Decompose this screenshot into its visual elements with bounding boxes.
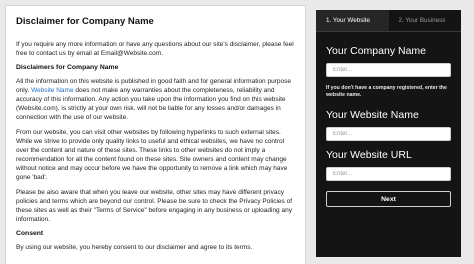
paragraph-consent: By using our website, you hereby consent…	[16, 244, 253, 251]
website-url-label: Your Website URL	[326, 149, 412, 161]
website-name-highlight: Website Name	[31, 87, 74, 94]
disclaimer-document: Disclaimer for Company Name If you requi…	[5, 5, 306, 264]
paragraph-external-links: From our website, you can visit other we…	[16, 129, 288, 181]
company-name-input[interactable]	[326, 63, 451, 77]
next-button[interactable]: Next	[326, 191, 451, 207]
tab-your-website[interactable]: 1. Your Website	[316, 10, 389, 31]
tab-your-business[interactable]: 2. Your Business	[389, 10, 462, 31]
intro-paragraph: If you require any more information or h…	[16, 41, 294, 57]
company-name-hint: If you don't have a company registered, …	[326, 85, 447, 98]
paragraph-good-faith: All the information on this website is p…	[16, 77, 295, 122]
section-heading-consent: Consent	[16, 230, 44, 237]
wizard-tabs: 1. Your Website 2. Your Business	[316, 10, 461, 32]
website-url-input[interactable]	[326, 167, 451, 181]
wizard-panel: 1. Your Website 2. Your Business Your Co…	[316, 10, 461, 257]
document-title: Disclaimer for Company Name	[16, 16, 154, 27]
section-heading-disclaimers: Disclaimers for Company Name	[16, 64, 119, 71]
website-name-input[interactable]	[326, 127, 451, 141]
wizard-form: Your Company Name If you don't have a co…	[316, 32, 461, 207]
website-name-label: Your Website Name	[326, 109, 419, 121]
company-name-label: Your Company Name	[326, 45, 426, 57]
paragraph-privacy: Please be also aware that when you leave…	[16, 189, 293, 223]
